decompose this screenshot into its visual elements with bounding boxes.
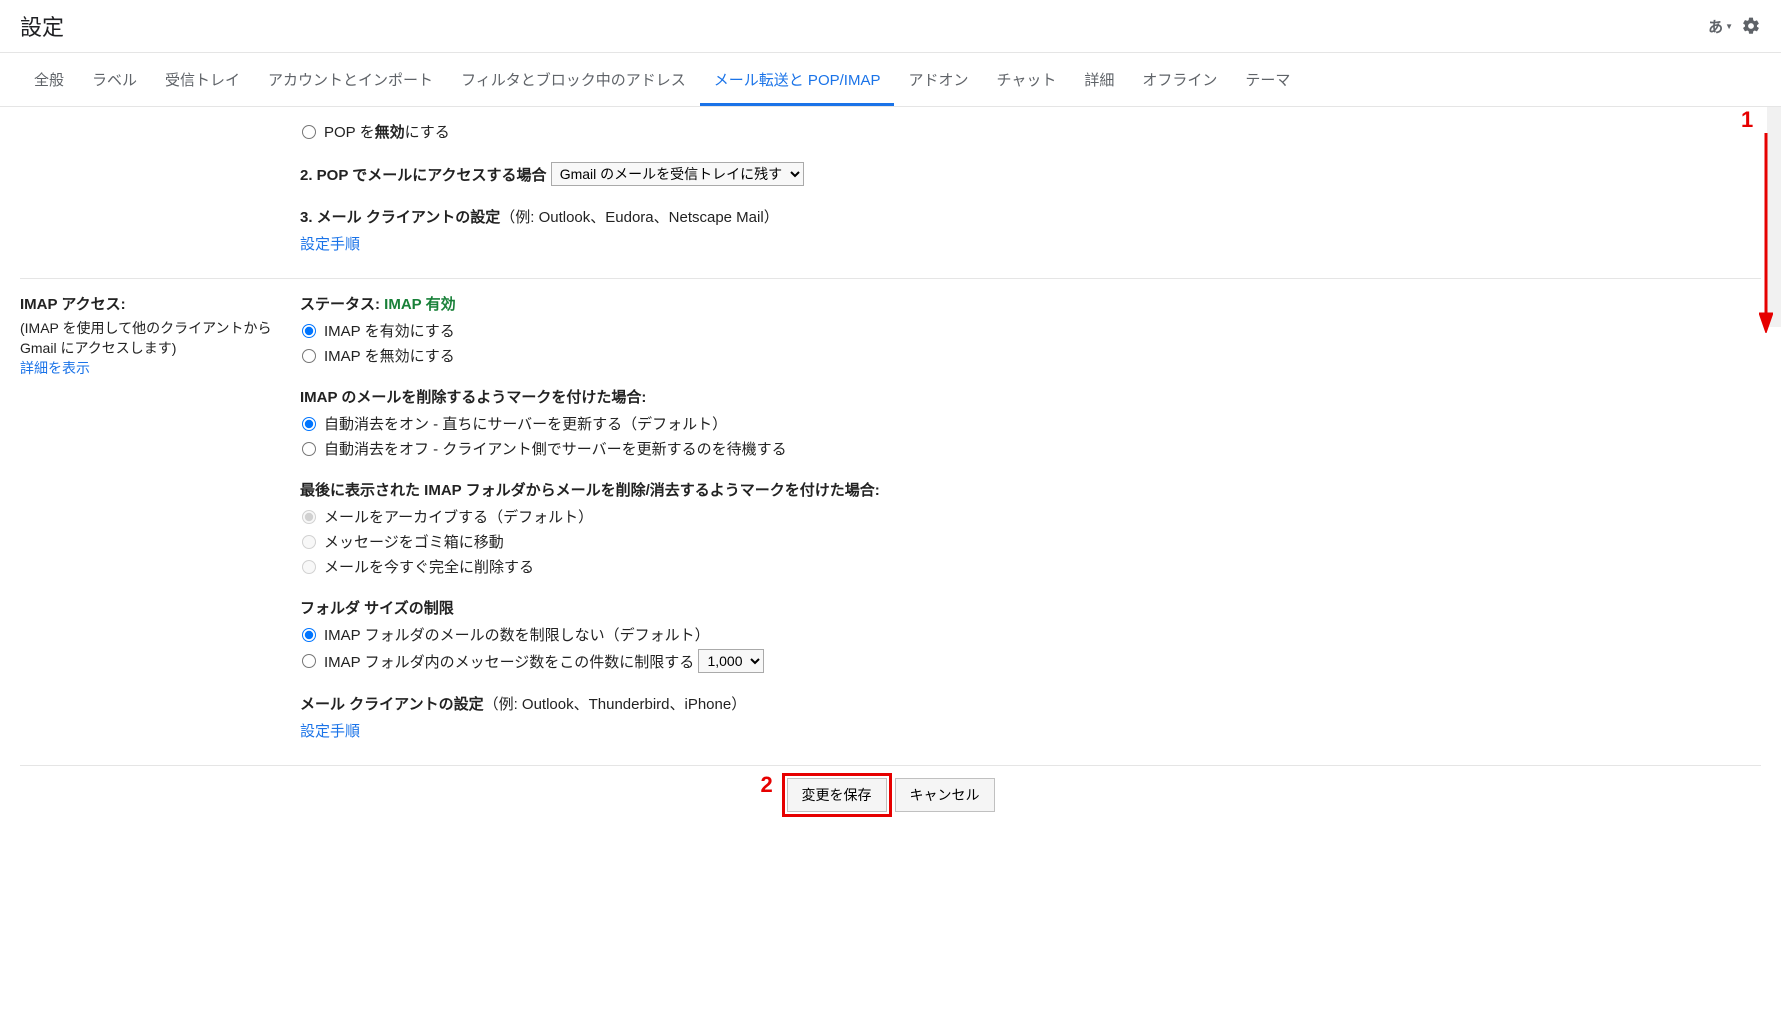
language-label: あ	[1708, 16, 1723, 37]
imap-enable-label: IMAP を有効にする	[324, 320, 455, 341]
imap-setup-link[interactable]: 設定手順	[300, 720, 360, 741]
imap-expunge-off-label: 自動消去をオフ - クライアント側でサーバーを更新するのを待機する	[324, 438, 787, 459]
imap-delete-now-label: メールを今すぐ完全に削除する	[324, 556, 534, 577]
imap-disable-radio[interactable]: IMAP を無効にする	[300, 345, 1761, 366]
tab-accounts[interactable]: アカウントとインポート	[254, 53, 447, 106]
tab-chat[interactable]: チャット	[982, 53, 1070, 106]
imap-folder-nolimit-label: IMAP フォルダのメールの数を制限しない（デフォルト）	[324, 624, 710, 645]
imap-details-link[interactable]: 詳細を表示	[20, 358, 290, 378]
imap-enable-radio[interactable]: IMAP を有効にする	[300, 320, 1761, 341]
tab-offline[interactable]: オフライン	[1128, 53, 1231, 106]
tab-addons[interactable]: アドオン	[894, 53, 982, 106]
imap-left-desc: (IMAP を使用して他のクライアントから Gmail にアクセスします)	[20, 318, 290, 358]
imap-section: IMAP アクセス: (IMAP を使用して他のクライアントから Gmail に…	[20, 279, 1761, 766]
header-bar: 設定 あ ▼	[0, 0, 1781, 53]
tab-general[interactable]: 全般	[20, 53, 78, 106]
annotation-number-1: 1	[1741, 107, 1773, 133]
annotation-arrow-1: 1	[1759, 107, 1773, 336]
imap-archive-radio[interactable]: メールをアーカイブする（デフォルト）	[300, 506, 1761, 527]
imap-archive-label: メールをアーカイブする（デフォルト）	[324, 506, 593, 527]
imap-folder-limit-label: IMAP フォルダ内のメッセージ数をこの件数に制限する	[324, 651, 694, 672]
pop-setup-link[interactable]: 設定手順	[300, 233, 360, 254]
imap-client-setup-example: （例: Outlook、Thunderbird、iPhone）	[484, 693, 747, 714]
imap-folder-limit-radio[interactable]: IMAP フォルダ内のメッセージ数をこの件数に制限する 1,000	[300, 649, 1761, 673]
imap-folder-nolimit-radio[interactable]: IMAP フォルダのメールの数を制限しない（デフォルト）	[300, 624, 1761, 645]
imap-expunge-on-label: 自動消去をオン - 直ちにサーバーを更新する（デフォルト）	[324, 413, 727, 434]
imap-disable-label: IMAP を無効にする	[324, 345, 455, 366]
radio-input[interactable]	[302, 324, 316, 338]
language-selector[interactable]: あ ▼	[1708, 16, 1733, 37]
imap-folder-size-title: フォルダ サイズの制限	[300, 597, 454, 618]
radio-input[interactable]	[302, 125, 316, 139]
radio-input[interactable]	[302, 654, 316, 668]
pop-access-select[interactable]: Gmail のメールを受信トレイに残す	[551, 162, 804, 186]
pop-step3-label: 3. メール クライアントの設定	[300, 206, 500, 227]
annotation-number-2: 2	[761, 772, 773, 798]
save-button[interactable]: 変更を保存	[787, 778, 887, 812]
pop-disable-radio[interactable]: POP を無効にする	[300, 121, 1761, 142]
tab-themes[interactable]: テーマ	[1231, 53, 1304, 106]
settings-content: 1 POP を無効にする 2. POP でメールにアクセスする場合 Gmail …	[0, 107, 1781, 836]
pop-step3-example: （例: Outlook、Eudora、Netscape Mail）	[500, 206, 778, 227]
imap-expunge-off-radio[interactable]: 自動消去をオフ - クライアント側でサーバーを更新するのを待機する	[300, 438, 1761, 459]
tab-filters[interactable]: フィルタとブロック中のアドレス	[447, 53, 700, 106]
pop-disable-bold: 無効	[375, 124, 405, 141]
tab-forwarding-pop-imap[interactable]: メール転送と POP/IMAP	[700, 53, 895, 106]
imap-status-label: ステータス:	[300, 293, 380, 314]
imap-delete-mark-title: IMAP のメールを削除するようマークを付けた場合:	[300, 386, 646, 407]
imap-delete-now-radio[interactable]: メールを今すぐ完全に削除する	[300, 556, 1761, 577]
page-title: 設定	[20, 10, 64, 42]
settings-tabs: 全般 ラベル 受信トレイ アカウントとインポート フィルタとブロック中のアドレス…	[0, 53, 1781, 107]
imap-expunge-on-radio[interactable]: 自動消去をオン - 直ちにサーバーを更新する（デフォルト）	[300, 413, 1761, 434]
imap-folder-limit-select[interactable]: 1,000	[698, 649, 764, 673]
header-actions: あ ▼	[1708, 16, 1761, 37]
imap-left-title: IMAP アクセス:	[20, 293, 290, 314]
imap-trash-label: メッセージをゴミ箱に移動	[324, 531, 504, 552]
imap-status-value: IMAP 有効	[384, 293, 455, 314]
imap-client-setup-label: メール クライアントの設定	[300, 693, 484, 714]
cancel-button[interactable]: キャンセル	[895, 778, 995, 812]
pop-step2-label: 2. POP でメールにアクセスする場合	[300, 164, 547, 185]
tab-inbox[interactable]: 受信トレイ	[151, 53, 254, 106]
radio-input[interactable]	[302, 417, 316, 431]
radio-input[interactable]	[302, 628, 316, 642]
imap-last-folder-title: 最後に表示された IMAP フォルダからメールを削除/消去するようマークを付けた…	[300, 479, 880, 500]
tab-labels[interactable]: ラベル	[78, 53, 151, 106]
pop-disable-prefix: POP を	[324, 124, 375, 141]
radio-input[interactable]	[302, 535, 316, 549]
chevron-down-icon: ▼	[1725, 22, 1733, 31]
pop-disable-suffix: にする	[405, 124, 450, 141]
tab-advanced[interactable]: 詳細	[1070, 53, 1128, 106]
radio-input[interactable]	[302, 442, 316, 456]
gear-icon[interactable]	[1741, 16, 1761, 36]
radio-input[interactable]	[302, 510, 316, 524]
pop-section: POP を無効にする 2. POP でメールにアクセスする場合 Gmail のメ…	[20, 107, 1761, 279]
button-row: 2 変更を保存 キャンセル	[20, 766, 1761, 836]
radio-input[interactable]	[302, 560, 316, 574]
radio-input[interactable]	[302, 349, 316, 363]
imap-trash-radio[interactable]: メッセージをゴミ箱に移動	[300, 531, 1761, 552]
